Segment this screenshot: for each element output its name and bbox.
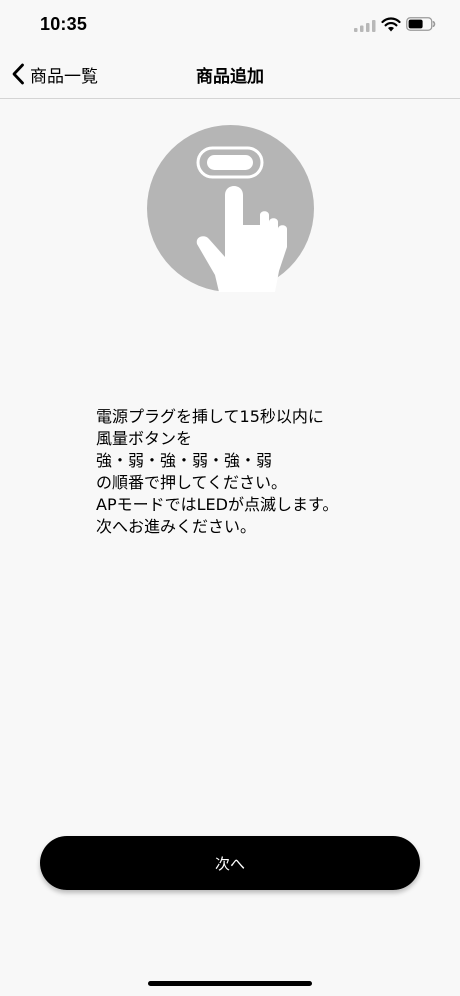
instruction-line: 次へお進みください。 — [96, 517, 257, 536]
next-button[interactable]: 次へ — [40, 836, 420, 890]
chevron-left-icon — [12, 63, 24, 85]
press-button-hand-icon — [147, 125, 314, 292]
instruction-line: 強・弱・強・弱・強・弱 — [96, 451, 273, 470]
instruction-line: 電源プラグを挿して15秒以内に — [96, 407, 324, 426]
instruction-line: 風量ボタンを — [96, 429, 193, 448]
status-time: 10:35 — [40, 14, 88, 34]
battery-icon — [406, 17, 436, 31]
cellular-signal-icon — [354, 20, 376, 32]
back-button[interactable]: 商品一覧 — [10, 50, 98, 98]
wifi-icon — [381, 17, 401, 32]
instruction-line: APモードではLEDが点滅します。 — [96, 495, 339, 514]
home-indicator[interactable] — [148, 981, 312, 986]
status-bar: 10:35 — [0, 0, 460, 50]
instruction-line: の順番で押してください。 — [96, 473, 288, 492]
instructions-text: 電源プラグを挿して15秒以内に 風量ボタンを 強・弱・強・弱・強・弱 の順番で押… — [96, 406, 396, 538]
navigation-bar: 商品一覧 商品追加 — [0, 50, 460, 99]
back-button-label: 商品一覧 — [30, 66, 98, 87]
